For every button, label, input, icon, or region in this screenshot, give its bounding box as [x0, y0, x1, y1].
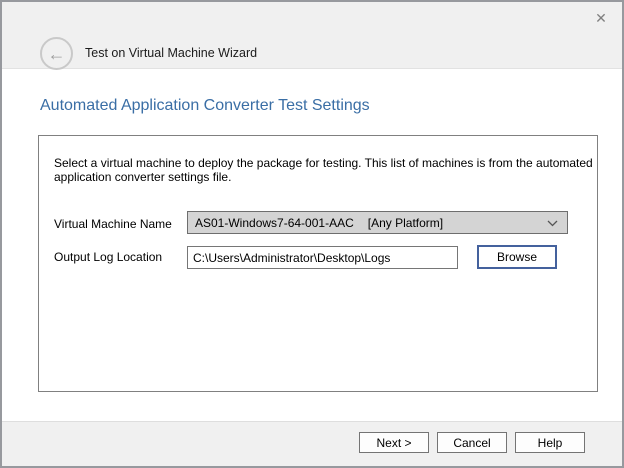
virtual-machine-value: AS01-Windows7-64-001-AAC: [195, 216, 354, 230]
browse-button[interactable]: Browse: [477, 245, 557, 269]
virtual-machine-platform: [Any Platform]: [368, 216, 443, 230]
description-text: Select a virtual machine to deploy the p…: [54, 157, 593, 184]
output-log-location-input[interactable]: [187, 246, 458, 269]
description-line: application converter settings file.: [54, 171, 593, 185]
title-bar: ✕ ← Test on Virtual Machine Wizard: [2, 2, 622, 69]
wizard-window: ✕ ← Test on Virtual Machine Wizard Autom…: [0, 0, 624, 468]
back-button[interactable]: ←: [40, 37, 73, 70]
virtual-machine-dropdown[interactable]: AS01-Windows7-64-001-AAC [Any Platform]: [187, 211, 568, 234]
close-icon[interactable]: ✕: [588, 6, 614, 30]
back-arrow-icon: ←: [48, 45, 66, 63]
cancel-button[interactable]: Cancel: [437, 432, 507, 453]
wizard-title: Test on Virtual Machine Wizard: [85, 46, 257, 60]
virtual-machine-name-label: Virtual Machine Name: [54, 217, 172, 231]
settings-groupbox: Select a virtual machine to deploy the p…: [38, 135, 598, 392]
footer-bar: Next > Cancel Help: [2, 421, 622, 466]
chevron-down-icon: [547, 220, 558, 227]
next-button[interactable]: Next >: [359, 432, 429, 453]
description-line: Select a virtual machine to deploy the p…: [54, 157, 593, 171]
help-button[interactable]: Help: [515, 432, 585, 453]
output-log-location-label: Output Log Location: [54, 250, 162, 264]
page-title: Automated Application Converter Test Set…: [40, 97, 370, 115]
